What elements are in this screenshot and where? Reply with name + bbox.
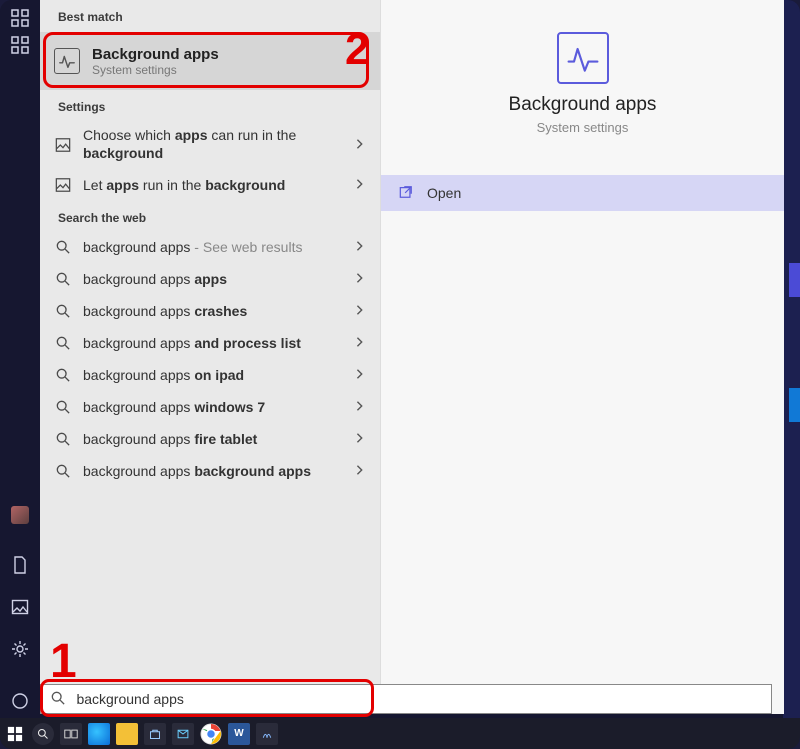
chevron-right-icon: [354, 432, 368, 446]
annotation-number-2: 2: [345, 28, 369, 72]
mail-icon[interactable]: [172, 723, 194, 745]
desktop-window-edge: [789, 263, 800, 297]
search-icon: [51, 691, 66, 707]
web-result[interactable]: background apps - See web results: [40, 231, 380, 263]
search-input[interactable]: [76, 691, 771, 707]
power-icon[interactable]: [11, 692, 29, 710]
search-icon: [54, 334, 72, 352]
picture-icon: [54, 176, 72, 194]
chevron-right-icon: [354, 336, 368, 350]
chevron-right-icon: [354, 368, 368, 382]
web-result-label: background apps - See web results: [83, 239, 354, 255]
apps-grid-icon[interactable]: [11, 36, 29, 54]
chrome-icon[interactable]: [200, 723, 222, 745]
chevron-right-icon: [354, 400, 368, 414]
search-icon: [54, 302, 72, 320]
desktop-window-edge: [789, 388, 800, 422]
best-match-result[interactable]: Background apps System settings: [40, 32, 380, 90]
chevron-right-icon: [354, 272, 368, 286]
web-result[interactable]: background apps on ipad: [40, 359, 380, 391]
preview-title: Background apps: [381, 94, 784, 116]
settings-result-label: Let apps run in the background: [83, 177, 354, 193]
search-icon: [54, 430, 72, 448]
preview-subtitle: System settings: [381, 120, 784, 135]
web-result-label: background apps crashes: [83, 303, 354, 319]
web-result-label: background apps on ipad: [83, 367, 354, 383]
open-icon: [399, 185, 415, 201]
pictures-icon[interactable]: [11, 598, 29, 616]
web-result-label: background apps fire tablet: [83, 431, 354, 447]
chevron-right-icon: [354, 304, 368, 318]
user-avatar-icon[interactable]: [11, 506, 29, 524]
chevron-right-icon: [354, 138, 368, 152]
activity-icon: [557, 32, 609, 84]
edge-icon[interactable]: [88, 723, 110, 745]
web-result[interactable]: background apps crashes: [40, 295, 380, 327]
settings-icon[interactable]: [11, 640, 29, 658]
search-icon: [54, 238, 72, 256]
web-result[interactable]: background apps apps: [40, 263, 380, 295]
web-result[interactable]: background apps fire tablet: [40, 423, 380, 455]
chevron-right-icon: [354, 464, 368, 478]
annotation-number-1: 1: [50, 638, 77, 686]
apps-grid-icon[interactable]: [11, 9, 29, 27]
search-icon[interactable]: [32, 723, 54, 745]
web-result[interactable]: background apps windows 7: [40, 391, 380, 423]
web-result-label: background apps apps: [83, 271, 354, 287]
open-label: Open: [427, 185, 461, 201]
settings-result[interactable]: Let apps run in the background: [40, 169, 380, 201]
web-result-label: background apps and process list: [83, 335, 354, 351]
search-results-column: Best match Background apps System settin…: [40, 0, 380, 714]
task-view-icon[interactable]: [60, 723, 82, 745]
best-match-subtitle: System settings: [92, 63, 219, 77]
open-button[interactable]: Open: [381, 175, 784, 211]
search-icon: [54, 398, 72, 416]
web-result[interactable]: background apps background apps: [40, 455, 380, 487]
settings-heading: Settings: [40, 90, 380, 120]
picture-icon: [54, 136, 72, 154]
chevron-right-icon: [354, 178, 368, 192]
search-icon: [54, 366, 72, 384]
settings-result-label: Choose which apps can run in the backgro…: [83, 127, 354, 162]
search-icon: [54, 462, 72, 480]
best-match-title: Background apps: [92, 46, 219, 63]
start-rail: [0, 0, 40, 714]
screenshot-root: Best match Background apps System settin…: [0, 0, 800, 749]
search-icon: [54, 270, 72, 288]
web-results: background apps - See web results backgro…: [40, 231, 380, 487]
settings-result[interactable]: Choose which apps can run in the backgro…: [40, 120, 380, 169]
file-explorer-icon[interactable]: [116, 723, 138, 745]
chevron-right-icon: [354, 240, 368, 254]
best-match-heading: Best match: [40, 0, 380, 30]
settings-results: Choose which apps can run in the backgro…: [40, 120, 380, 201]
search-bar[interactable]: [40, 684, 772, 714]
result-preview-pane: Background apps System settings Open: [380, 0, 784, 714]
activity-icon: [54, 48, 80, 74]
web-result-label: background apps windows 7: [83, 399, 354, 415]
start-search-panel: Best match Background apps System settin…: [40, 0, 784, 714]
taskbar: W: [0, 718, 800, 749]
documents-icon[interactable]: [11, 556, 29, 574]
best-match-text: Background apps System settings: [92, 46, 219, 77]
start-icon[interactable]: [4, 723, 26, 745]
web-heading: Search the web: [40, 201, 380, 231]
app-icon[interactable]: [256, 723, 278, 745]
desktop-background: [783, 0, 800, 749]
web-result[interactable]: background apps and process list: [40, 327, 380, 359]
word-icon[interactable]: W: [228, 723, 250, 745]
store-icon[interactable]: [144, 723, 166, 745]
web-result-label: background apps background apps: [83, 463, 354, 479]
